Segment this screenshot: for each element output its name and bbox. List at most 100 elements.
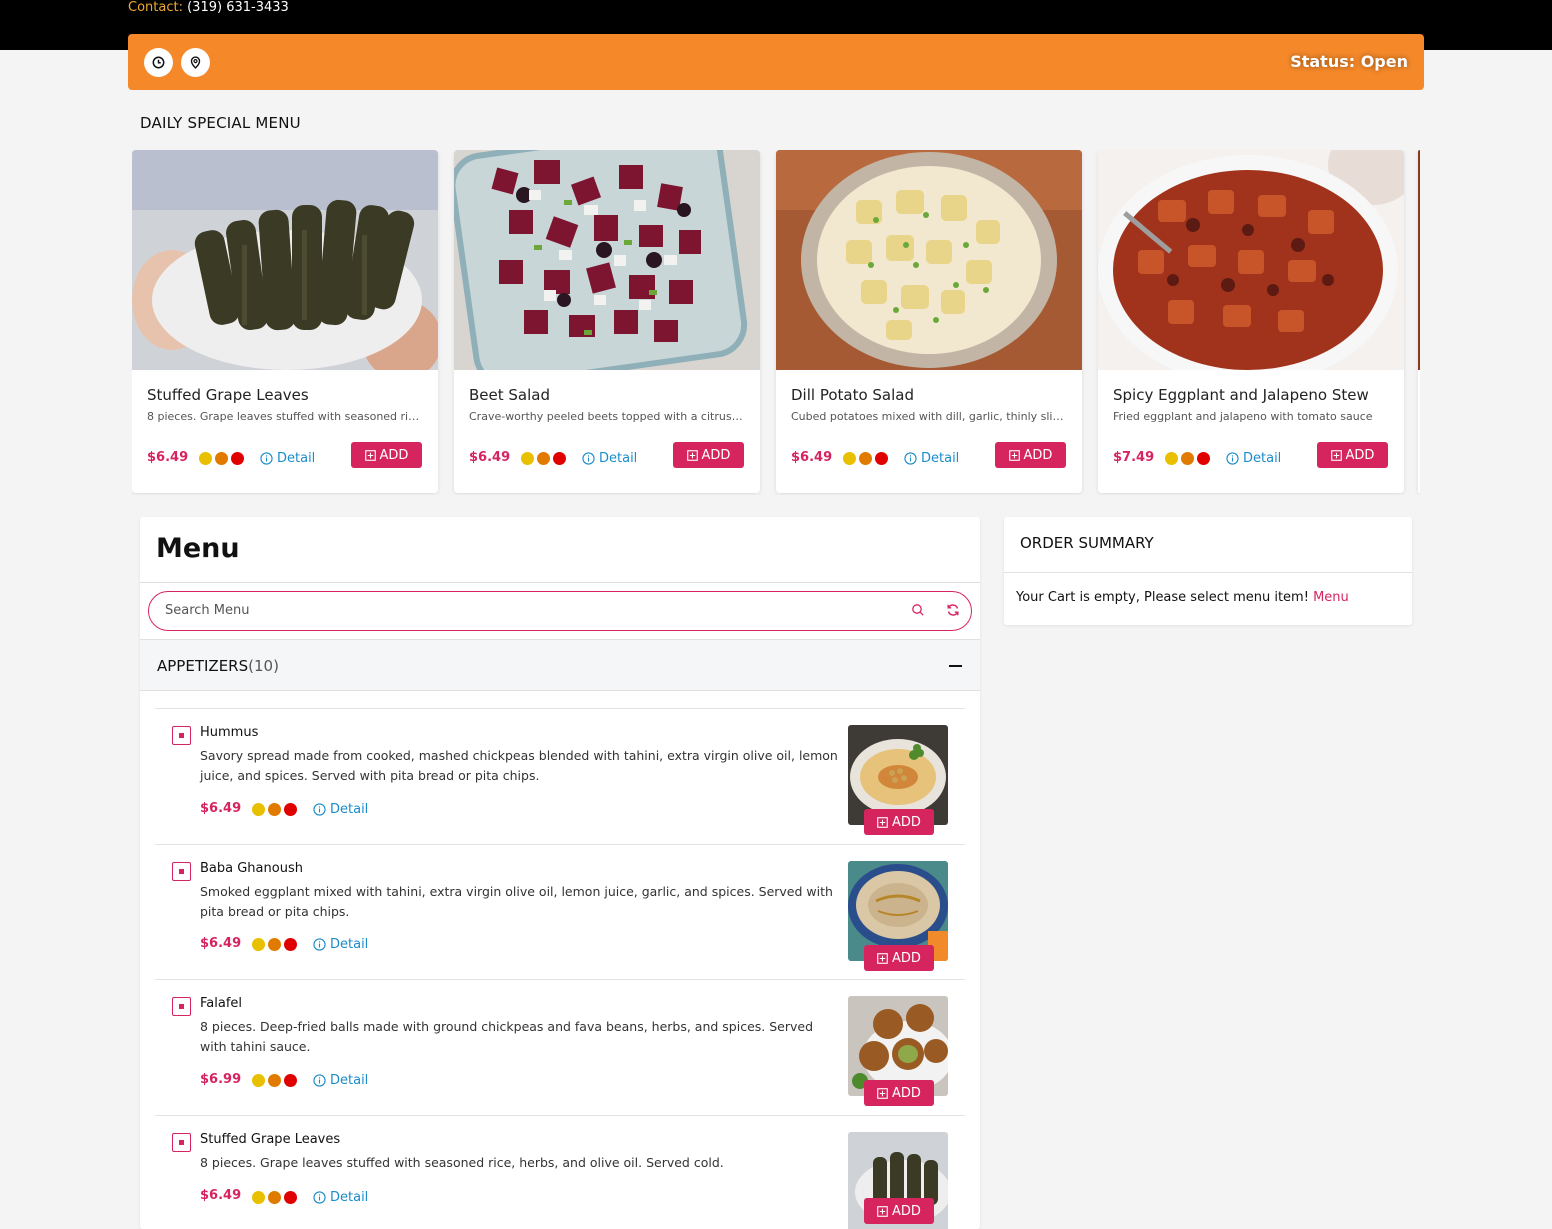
spice-dot [284, 803, 297, 816]
plus-square-icon [686, 449, 698, 461]
menu-item-name[interactable]: Baba Ghanoush [200, 861, 303, 876]
spice-dot [199, 452, 212, 465]
veg-indicator-icon [172, 862, 191, 881]
clock-icon [152, 56, 165, 69]
detail-link[interactable]: Detail [313, 1190, 368, 1205]
info-icon [313, 1074, 326, 1087]
menu-item-desc: Savory spread made from cooked, mashed c… [200, 748, 838, 783]
status-text: Status: Open [1290, 52, 1408, 71]
menu-item-desc: 8 pieces. Grape leaves stuffed with seas… [200, 1155, 724, 1170]
veg-indicator-icon [172, 997, 191, 1016]
search-input[interactable] [165, 603, 865, 618]
menu-item-price: $6.99 [200, 1072, 242, 1087]
special-card[interactable]: Spicy Eggplant and Jalapeno Stew Fried e… [1098, 150, 1404, 493]
add-button[interactable]: ADD [351, 442, 422, 468]
divider [140, 582, 980, 583]
add-label: ADD [892, 950, 921, 966]
info-icon [313, 803, 326, 816]
menu-item-desc: Smoked eggplant mixed with tahini, extra… [200, 884, 833, 919]
spice-dot [215, 452, 228, 465]
menu-item-name[interactable]: Hummus [200, 725, 258, 740]
spice-level [252, 1191, 297, 1204]
spice-dot [284, 938, 297, 951]
contact-phone[interactable]: (319) 631-3433 [187, 0, 289, 15]
spice-dot [284, 1074, 297, 1087]
add-button[interactable]: ADD [1317, 442, 1388, 468]
detail-link[interactable]: Detail [1226, 451, 1281, 466]
add-label: ADD [1345, 447, 1375, 463]
spice-level [521, 452, 566, 465]
spice-level [843, 452, 888, 465]
refresh-icon[interactable] [946, 603, 960, 617]
add-button[interactable]: ADD [864, 1198, 934, 1224]
menu-item-row[interactable]: Hummus Savory spread made from cooked, m… [155, 708, 965, 844]
plus-square-icon [877, 952, 888, 964]
spice-dot [1197, 452, 1210, 465]
detail-link[interactable]: Detail [313, 937, 368, 952]
info-icon [260, 452, 273, 465]
plus-square-icon [1008, 449, 1020, 461]
spice-dot [521, 452, 534, 465]
plus-square-icon [1330, 449, 1342, 461]
contact-label: Contact: [128, 0, 183, 15]
spice-level [1165, 452, 1210, 465]
info-icon [582, 452, 595, 465]
spice-dot [268, 1191, 281, 1204]
daily-special-carousel[interactable]: Stuffed Grape Leaves 8 pieces. Grape lea… [132, 150, 1420, 495]
order-summary-panel: ORDER SUMMARY Your Cart is empty, Please… [1004, 517, 1412, 625]
menu-link[interactable]: Menu [1313, 590, 1349, 605]
special-item-price: $7.49 [1113, 450, 1155, 465]
detail-label: Detail [330, 1190, 369, 1205]
spice-dot [252, 1074, 265, 1087]
info-icon [313, 1191, 326, 1204]
menu-item-row[interactable]: Falafel 8 pieces. Deep-fried balls made … [155, 979, 965, 1115]
spice-level [252, 938, 297, 951]
spice-dot [268, 803, 281, 816]
location-button[interactable] [181, 48, 210, 77]
detail-link[interactable]: Detail [582, 451, 637, 466]
search-icon[interactable] [911, 603, 925, 617]
spice-dot [859, 452, 872, 465]
plus-square-icon [877, 816, 888, 828]
detail-link[interactable]: Detail [313, 1073, 368, 1088]
add-label: ADD [379, 447, 409, 463]
divider [1004, 572, 1412, 573]
special-card[interactable]: Beet Salad Crave-worthy peeled beets top… [454, 150, 760, 493]
menu-item-name[interactable]: Stuffed Grape Leaves [200, 1132, 340, 1147]
spice-dot [553, 452, 566, 465]
add-label: ADD [892, 814, 921, 830]
detail-link[interactable]: Detail [313, 802, 368, 817]
special-item-name[interactable]: Beet Salad [469, 386, 550, 404]
detail-link[interactable]: Detail [260, 451, 315, 466]
detail-label: Detail [330, 1073, 369, 1088]
spice-dot [252, 1191, 265, 1204]
menu-item-row[interactable]: Baba Ghanoush Smoked eggplant mixed with… [155, 844, 965, 980]
special-item-name[interactable]: Dill Potato Salad [791, 386, 914, 404]
order-summary-title: ORDER SUMMARY [1020, 534, 1154, 552]
special-item-name[interactable]: Stuffed Grape Leaves [147, 386, 309, 404]
spice-dot [231, 452, 244, 465]
category-header-appetizers[interactable]: APPETIZERS(10) [140, 639, 980, 691]
detail-link[interactable]: Detail [904, 451, 959, 466]
special-card[interactable]: Dill Potato Salad Cubed potatoes mixed w… [776, 150, 1082, 493]
menu-item-row[interactable]: Stuffed Grape Leaves 8 pieces. Grape lea… [155, 1115, 965, 1229]
spice-level [199, 452, 244, 465]
menu-item-name[interactable]: Falafel [200, 996, 242, 1011]
add-button[interactable]: ADD [864, 1080, 934, 1106]
category-name: APPETIZERS [157, 657, 249, 675]
special-item-desc: 8 pieces. Grape leaves stuffed with seas… [147, 410, 422, 423]
add-button[interactable]: ADD [673, 442, 744, 468]
daily-special-title: DAILY SPECIAL MENU [140, 114, 301, 132]
veg-indicator-icon [172, 1133, 191, 1152]
veg-indicator-icon [172, 726, 191, 745]
add-button[interactable]: ADD [864, 945, 934, 971]
minus-icon[interactable] [949, 665, 962, 667]
add-button[interactable]: ADD [995, 442, 1066, 468]
add-button[interactable]: ADD [864, 809, 934, 835]
special-card[interactable]: Stuffed Grape Leaves 8 pieces. Grape lea… [132, 150, 438, 493]
status-bar: Status: Open [128, 34, 1424, 90]
special-item-desc: Crave-worthy peeled beets topped with a … [469, 410, 744, 423]
hours-button[interactable] [144, 48, 173, 77]
special-item-name[interactable]: Spicy Eggplant and Jalapeno Stew [1113, 386, 1369, 404]
location-pin-icon [190, 56, 201, 69]
